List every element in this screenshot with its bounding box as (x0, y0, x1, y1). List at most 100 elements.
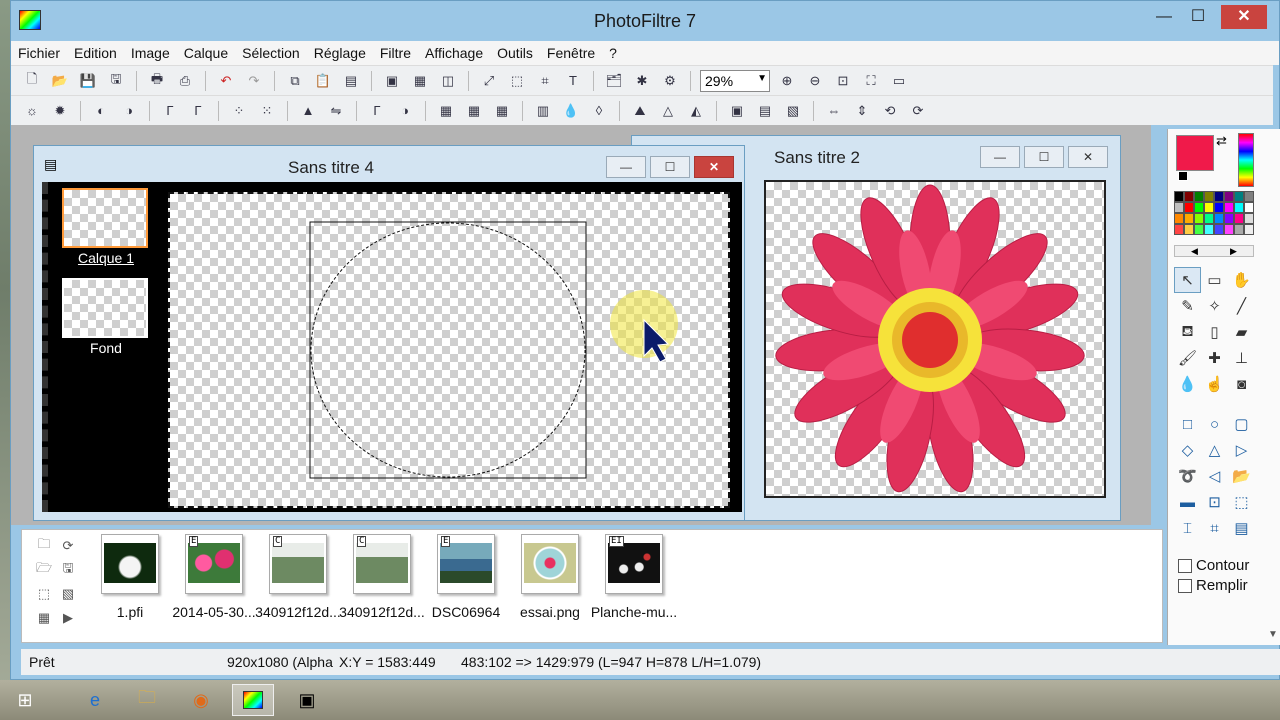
file-item[interactable]: E DSC06964 (420, 534, 512, 620)
menu-help[interactable]: ? (602, 45, 624, 61)
background-color-swatch[interactable] (1178, 171, 1188, 181)
doc-minimize-button[interactable]: — (980, 146, 1020, 168)
menu-reglage[interactable]: Réglage (307, 45, 373, 61)
color-icon[interactable]: ▣ (381, 70, 403, 92)
resize-image-icon[interactable]: ⤢ (478, 70, 500, 92)
play-icon[interactable]: ▶ (56, 606, 80, 630)
palette-next-icon[interactable]: ▶ (1230, 246, 1237, 256)
refresh-icon[interactable]: ⟳ (56, 534, 80, 558)
save-icon[interactable]: 💾 (77, 70, 99, 92)
select-icon[interactable]: ⬚ (32, 582, 56, 606)
text-icon[interactable]: T (562, 70, 584, 92)
text-selection-icon[interactable]: ⌶ (1174, 515, 1201, 541)
internet-explorer-icon[interactable]: e (74, 684, 116, 716)
grayscale-icon[interactable]: ▦ (409, 70, 431, 92)
brightness-up-icon[interactable]: ✹ (49, 100, 71, 122)
close-button[interactable]: ✕ (1221, 5, 1267, 29)
menu-edition[interactable]: Edition (67, 45, 124, 61)
window-taskbar-icon[interactable]: ▣ (286, 684, 328, 716)
grayscale-filter-icon[interactable]: ▦ (435, 100, 457, 122)
mountain-icon[interactable]: △ (657, 100, 679, 122)
firefox-icon[interactable]: ◉ (180, 684, 222, 716)
actual-size-icon[interactable]: ⊡ (832, 70, 854, 92)
menu-affichage[interactable]: Affichage (418, 45, 490, 61)
file-item[interactable]: essai.png (504, 534, 596, 620)
eraser-tool-icon[interactable]: ▰ (1228, 319, 1255, 345)
fill-tool-icon[interactable]: ⛾ (1174, 319, 1201, 345)
pointer-tool-icon[interactable]: ↖ (1174, 267, 1201, 293)
triangle-shape-icon[interactable]: △ (1201, 437, 1228, 463)
color-palette-icon[interactable]: ▣ (726, 100, 748, 122)
menu-image[interactable]: Image (124, 45, 177, 61)
window-effect-icon[interactable]: ▤ (754, 100, 776, 122)
doc-minimize-button[interactable]: — (606, 156, 646, 178)
save-as-icon[interactable]: 🖫 (105, 70, 127, 92)
tree-icon[interactable]: 🗀 (32, 534, 56, 558)
redo-icon[interactable]: ↷ (243, 70, 265, 92)
mask-icon[interactable]: ◫ (437, 70, 459, 92)
blur-tool-icon[interactable]: 💧 (1174, 371, 1201, 397)
zoom-select[interactable]: 29% ▼ (700, 69, 770, 92)
file-item[interactable]: 1.pfi (84, 534, 176, 620)
flip-vertical-icon[interactable]: ⇕ (851, 100, 873, 122)
menu-filtre[interactable]: Filtre (373, 45, 418, 61)
scan-icon[interactable]: ⎙ (174, 70, 196, 92)
preferences-icon[interactable]: ⚙ (659, 70, 681, 92)
layer-label-fond[interactable]: Fond (48, 340, 164, 356)
contrast-up-icon[interactable]: ◑ (118, 100, 140, 122)
rotate-left-icon[interactable]: ⟲ (879, 100, 901, 122)
swap-colors-icon[interactable]: ⇄ (1216, 133, 1227, 149)
triangle-right-shape-icon[interactable]: ▷ (1228, 437, 1255, 463)
advanced-brush-tool-icon[interactable]: ✚ (1201, 345, 1228, 371)
file-item[interactable]: EI Planche-mu... (588, 534, 680, 620)
minimize-button[interactable]: — (1147, 5, 1181, 29)
fullscreen-icon[interactable]: ▭ (888, 70, 910, 92)
rounded-rect-shape-icon[interactable]: ▢ (1228, 411, 1255, 437)
balance-icon[interactable]: ⇋ (325, 100, 347, 122)
menu-outils[interactable]: Outils (490, 45, 540, 61)
levels-icon[interactable]: ▲ (297, 100, 319, 122)
menu-fenetre[interactable]: Fenêtre (540, 45, 602, 61)
ellipse-shape-icon[interactable]: ○ (1201, 411, 1228, 437)
sepia-icon[interactable]: ▦ (463, 100, 485, 122)
remplir-checkbox[interactable] (1178, 578, 1192, 593)
doc-close-button[interactable]: ✕ (1068, 146, 1108, 168)
doc-maximize-button[interactable]: ☐ (1024, 146, 1064, 168)
save-selection-icon[interactable]: ▬ (1174, 489, 1201, 515)
brightness-down-icon[interactable]: ☼ (21, 100, 43, 122)
file-item[interactable]: E 2014-05-30... (168, 534, 260, 620)
contour-option[interactable]: Contour (1178, 557, 1249, 574)
palette-prev-icon[interactable]: ◀ (1191, 246, 1198, 256)
auto-levels-icon[interactable]: ◑ (394, 100, 416, 122)
frame-icon[interactable]: ▧ (782, 100, 804, 122)
brush-tool-icon[interactable]: 🖌 (1174, 345, 1201, 371)
automation-icon[interactable]: ✱ (631, 70, 653, 92)
spray-tool-icon[interactable]: ▯ (1201, 319, 1228, 345)
start-button-icon[interactable]: ⊞ (4, 684, 46, 716)
canvas-sans-titre-2[interactable] (764, 180, 1106, 498)
file-item[interactable]: C 340912f12d... (336, 534, 428, 620)
menu-selection[interactable]: Sélection (235, 45, 307, 61)
stamp-tool-icon[interactable]: ⊥ (1228, 345, 1255, 371)
saturation-up-icon[interactable]: ⁙ (256, 100, 278, 122)
zoom-out-icon[interactable]: ⊖ (804, 70, 826, 92)
gamma-up-icon[interactable]: Γ (187, 100, 209, 122)
zoom-in-icon[interactable]: ⊕ (776, 70, 798, 92)
grid-view-icon[interactable]: ▦ (32, 606, 56, 630)
folder-up-icon[interactable]: 🗁 (32, 558, 56, 582)
contrast-down-icon[interactable]: ◐ (90, 100, 112, 122)
flip-horizontal-icon[interactable]: ⇔ (823, 100, 845, 122)
saturation-down-icon[interactable]: ⁘ (228, 100, 250, 122)
eyedropper-tool-icon[interactable]: ✎ (1174, 293, 1201, 319)
magic-wand-tool-icon[interactable]: ✧ (1201, 293, 1228, 319)
image-select-icon[interactable]: ▧ (56, 582, 80, 606)
file-explorer-icon[interactable]: 🗀 (126, 684, 168, 716)
paste-new-icon[interactable]: ▤ (340, 70, 362, 92)
file-item[interactable]: C 340912f12d... (252, 534, 344, 620)
foreground-color-swatch[interactable] (1176, 135, 1214, 171)
inverse-selection-icon[interactable]: ⊡ (1201, 489, 1228, 515)
print-icon[interactable]: 🖶 (146, 70, 168, 92)
clone-tool-icon[interactable]: ◙ (1228, 371, 1255, 397)
crop-selection-icon[interactable]: ⌗ (1201, 515, 1228, 541)
gamma-down-icon[interactable]: Γ (159, 100, 181, 122)
